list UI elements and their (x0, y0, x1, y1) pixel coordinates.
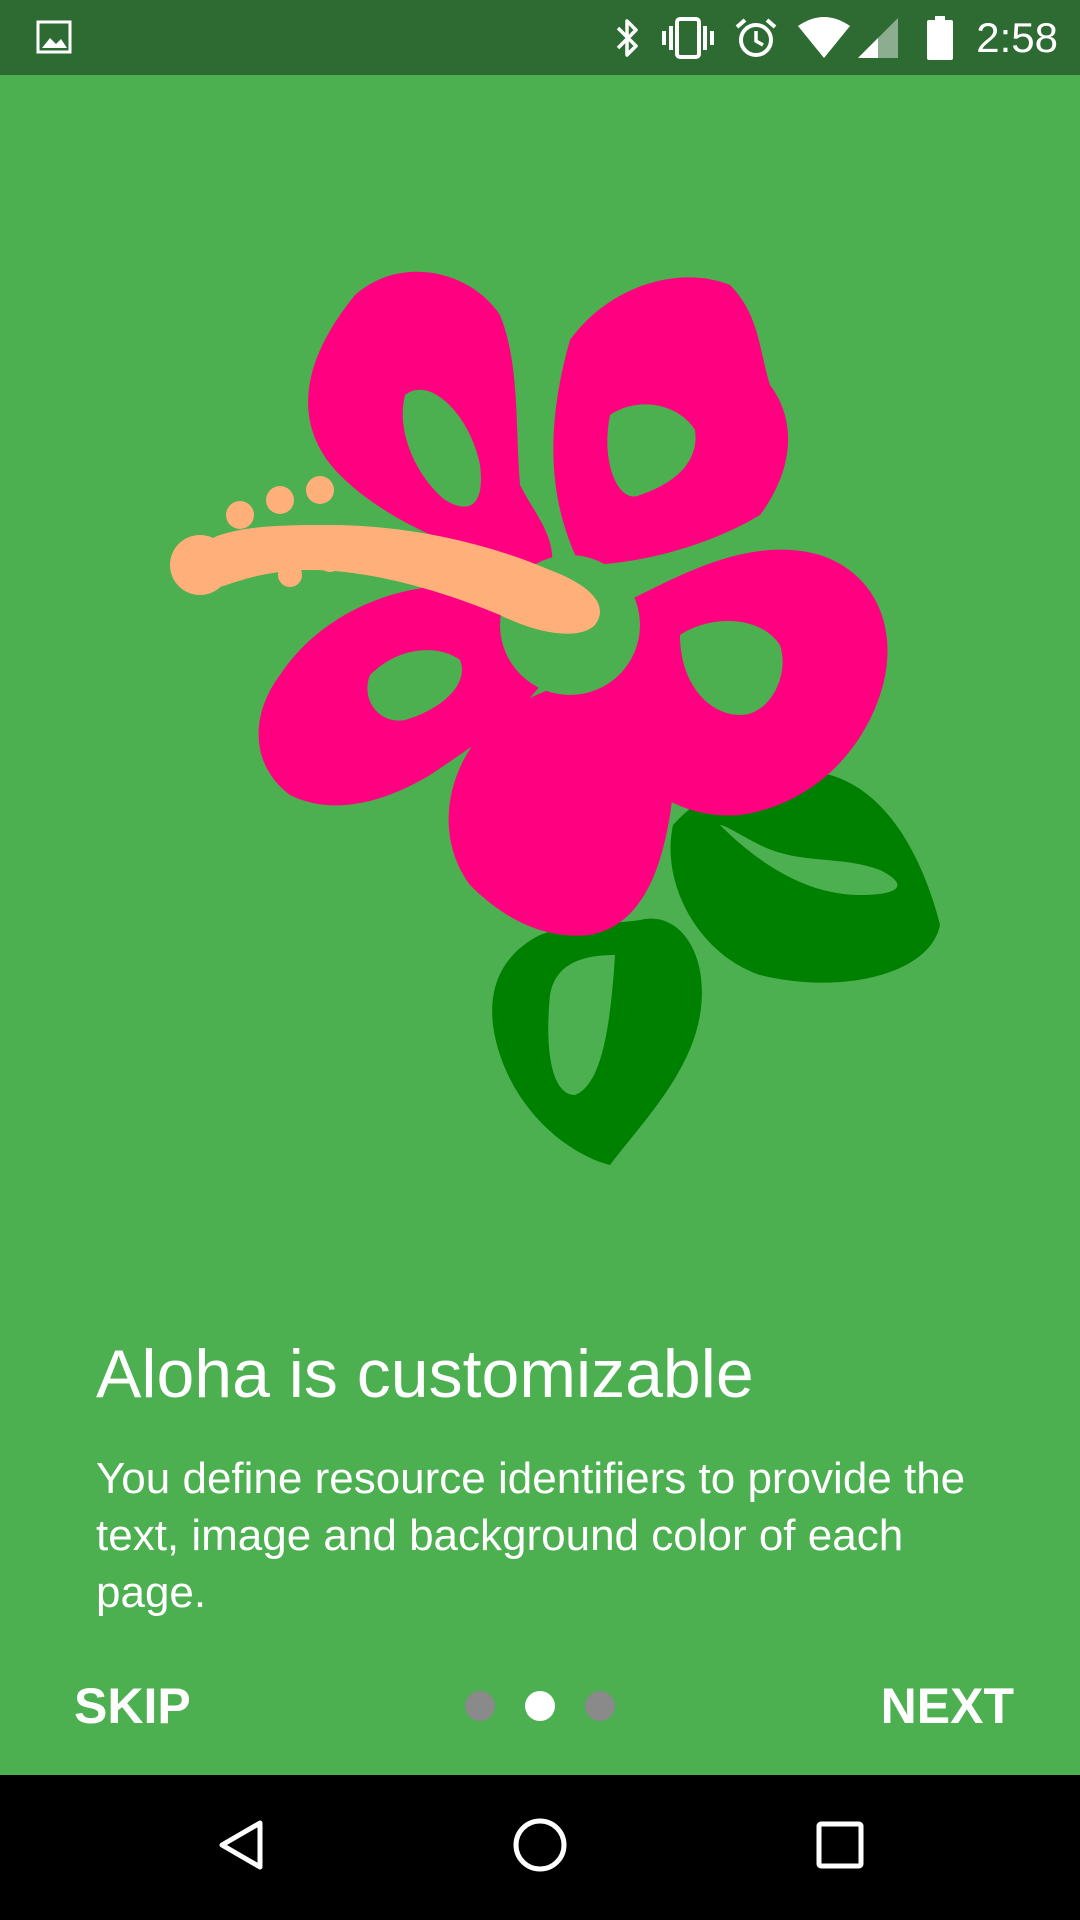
page-dot-2[interactable] (525, 1691, 555, 1721)
next-button[interactable]: NEXT (881, 1677, 1014, 1735)
recents-button[interactable] (794, 1801, 886, 1893)
status-bar: 2:58 (0, 0, 1080, 75)
home-icon (510, 1815, 570, 1880)
intro-footer: SKIP NEXT (0, 1631, 1080, 1775)
back-icon (210, 1815, 270, 1880)
stamen-tip (170, 535, 230, 595)
wifi-icon (796, 16, 852, 60)
back-button[interactable] (194, 1801, 286, 1893)
image-icon (36, 19, 72, 55)
intro-page: Aloha is customizable You define resourc… (0, 75, 1080, 1775)
vibrate-icon (660, 16, 716, 60)
status-clock: 2:58 (976, 13, 1058, 61)
bluetooth-icon (614, 16, 642, 60)
home-button[interactable] (494, 1801, 586, 1893)
recents-icon (810, 1815, 870, 1880)
page-dot-1[interactable] (465, 1691, 495, 1721)
alarm-icon (734, 16, 778, 60)
hibiscus-flower-illustration (170, 271, 940, 1165)
cell-signal-icon (856, 16, 900, 60)
page-description: You define resource identifiers to provi… (96, 1454, 966, 1617)
navigation-bar (0, 1775, 1080, 1920)
page-dot-3[interactable] (585, 1691, 615, 1721)
battery-icon (926, 15, 954, 61)
page-title: Aloha is customizable (96, 1336, 754, 1412)
skip-button[interactable]: SKIP (74, 1677, 191, 1735)
